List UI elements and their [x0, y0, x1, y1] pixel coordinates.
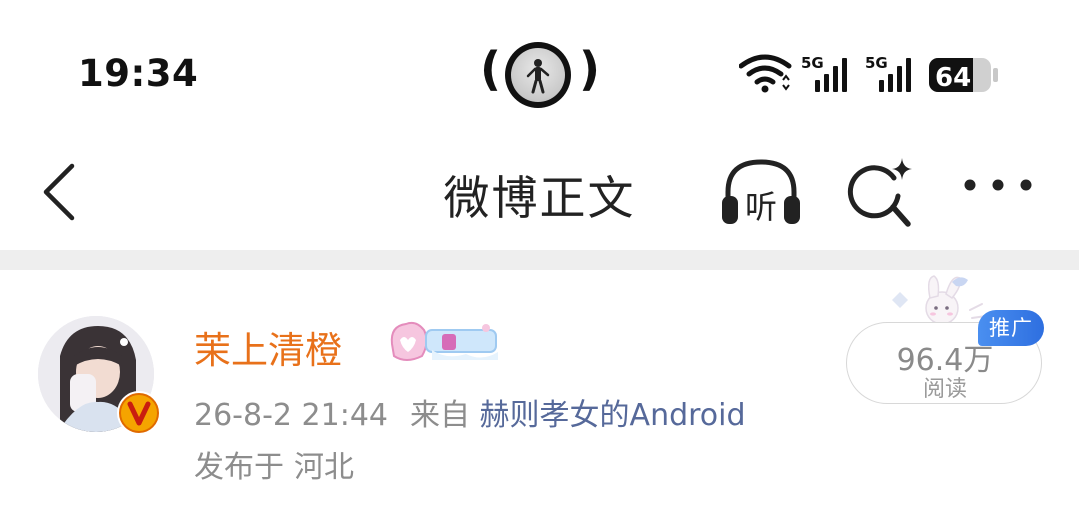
username[interactable]: 茉上清橙 [194, 320, 342, 374]
cellular-signal-icon-2: 5G [865, 54, 911, 92]
now-playing-icon [505, 42, 571, 108]
status-time: 19:34 [78, 52, 199, 95]
status-icons: 5G 5G 64 [738, 52, 1009, 96]
location-prefix: 发布于 [194, 450, 284, 485]
page-title: 微博正文 [443, 171, 636, 225]
post-datetime: 26-8-2 21:44 [194, 398, 388, 433]
status-bar: 19:34 ( ) 5G 5G 64 [0, 0, 1079, 140]
location-value: 河北 [294, 450, 354, 485]
listen-button[interactable]: 听 [718, 150, 804, 230]
svg-text:64: 64 [935, 63, 971, 93]
read-label: 阅读 [922, 377, 967, 402]
source-prefix: 来自 [410, 398, 470, 433]
post-location: 发布于 河北 [194, 442, 354, 486]
battery-icon: 64 [929, 58, 998, 93]
ai-search-button[interactable] [846, 152, 916, 230]
verified-badge-icon [117, 391, 161, 435]
ai-search-icon [847, 158, 912, 227]
more-button[interactable] [962, 168, 1034, 202]
svg-text:5G: 5G [801, 54, 824, 72]
post-meta: 26-8-2 21:44 来自 赫则孝女的Android [194, 390, 746, 434]
island-right-bracket: ) [578, 42, 600, 96]
section-divider [0, 250, 1079, 270]
post-source-link[interactable]: 赫则孝女的Android [480, 398, 746, 433]
vip-name-decoration-icon [386, 316, 502, 366]
headphones-icon: 听 [722, 159, 800, 226]
svg-text:听: 听 [745, 188, 777, 226]
island-left-bracket: ( [480, 42, 502, 96]
cellular-signal-icon-1: 5G [801, 54, 847, 92]
promo-badge[interactable]: 推广 [978, 310, 1044, 346]
wifi-icon [738, 54, 792, 93]
svg-text:5G: 5G [865, 54, 888, 72]
dynamic-island[interactable]: ( ) [478, 38, 602, 110]
more-icon [964, 179, 1032, 191]
nav-bar: 微博正文 听 [0, 140, 1079, 250]
